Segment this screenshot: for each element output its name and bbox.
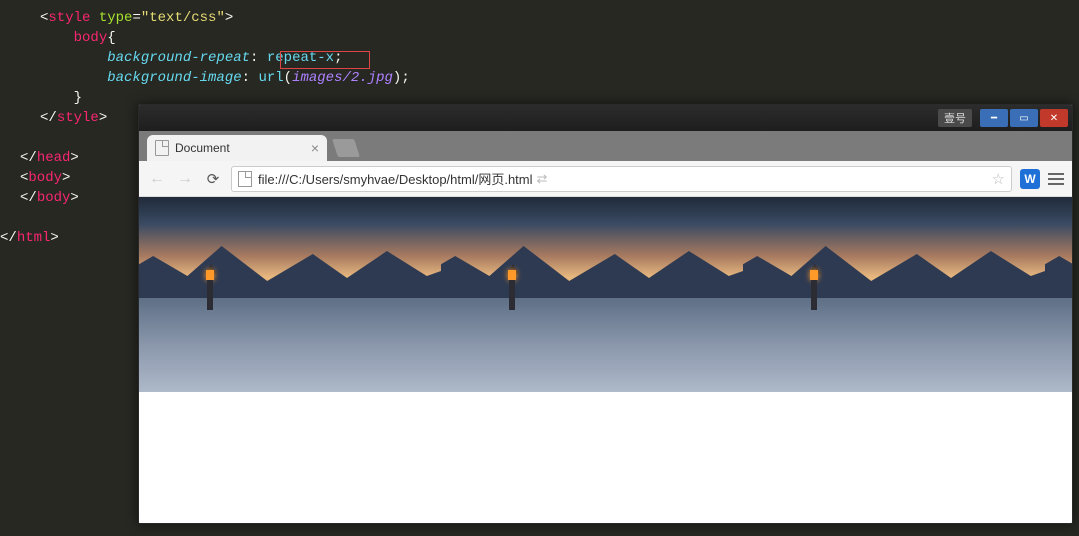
toolbar: ← → ⟳ file:///C:/Users/smyhvae/Desktop/h… [139,161,1072,197]
ime-indicator: 壹号 [938,109,972,127]
tab-close-button[interactable]: × [311,140,319,156]
extension-badge[interactable]: W [1020,169,1040,189]
file-icon [238,171,252,187]
back-button[interactable]: ← [147,170,167,188]
window-titlebar[interactable]: 壹号 ━ ▭ ✕ [139,105,1072,131]
bg-tile [1045,197,1072,392]
repeated-background [139,197,1072,392]
browser-window: 壹号 ━ ▭ ✕ Document × ← → ⟳ file:///C:/Use… [138,104,1073,524]
highlighted-value: repeat-x [267,50,334,66]
browser-tab[interactable]: Document × [147,135,327,161]
file-icon [155,140,169,156]
reload-button[interactable]: ⟳ [203,170,223,188]
forward-button[interactable]: → [175,170,195,188]
page-viewport [139,197,1072,523]
code-line: background-repeat: repeat-x; [40,48,1079,68]
bg-tile [441,197,743,392]
translate-icon[interactable]: ⇄ [537,171,548,187]
address-bar[interactable]: file:///C:/Users/smyhvae/Desktop/html/网页… [231,166,1012,192]
url-text: file:///C:/Users/smyhvae/Desktop/html/网页… [258,169,533,188]
code-line: background-image: url(images/2.jpg); [40,68,1079,88]
bookmark-star-icon[interactable]: ☆ [992,170,1005,188]
code-line: <style type="text/css"> [40,8,1079,28]
bg-tile [139,197,441,392]
window-close-button[interactable]: ✕ [1040,109,1068,127]
menu-button[interactable] [1048,173,1064,185]
bg-tile [743,197,1045,392]
tab-title: Document [175,141,230,155]
code-line: body{ [40,28,1079,48]
minimize-button[interactable]: ━ [980,109,1008,127]
tab-strip: Document × [139,131,1072,161]
new-tab-button[interactable] [332,139,360,157]
maximize-button[interactable]: ▭ [1010,109,1038,127]
